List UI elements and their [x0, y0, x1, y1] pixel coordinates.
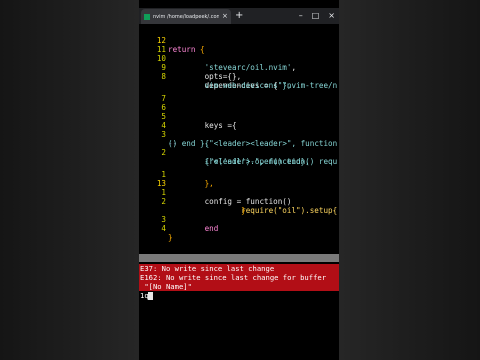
code-line: 8 dependencies = { "nvim-tree/n: [139, 63, 337, 90]
code-line-wrap: () end },: [139, 130, 209, 148]
code-line: 3 -- {"<leader><leader>", function: [139, 121, 337, 148]
error-message-e162: E162: No write since last change for buf…: [139, 273, 339, 282]
code-line: 6: [139, 94, 166, 112]
code-line: 7: [139, 85, 166, 103]
code-line-wrap: }: [139, 197, 246, 215]
keyword-end: end: [204, 224, 219, 233]
error-message-e162-cont: "[No Name]": [139, 282, 339, 291]
text-cursor: [148, 292, 153, 300]
code-line: 13: [139, 170, 166, 188]
brace: {: [200, 45, 205, 54]
code-line: 1 },: [139, 161, 213, 188]
code-line: 5 keys ={: [139, 103, 236, 130]
opts-line: opts={},: [204, 72, 242, 81]
close-brace: }: [168, 233, 173, 242]
browser-tab-bar: nvim /home/loadpeek/.config × + – □ ×: [139, 8, 339, 24]
dependency-string-cont: vim-web-devicons"},: [204, 81, 292, 90]
tab-close-icon[interactable]: ×: [222, 13, 228, 20]
code-editor[interactable]: 12 return { 11 10 'stevearc/oil.nvim', 9…: [139, 24, 339, 254]
code-line: 2 {"<leader>-", function() requ: [139, 139, 337, 166]
line-number: 4: [161, 224, 166, 233]
close-setup: }: [241, 206, 246, 215]
code-line: 11: [139, 36, 166, 54]
require-call: require("oil").setup{: [241, 206, 338, 215]
keyword-return: return: [168, 45, 196, 54]
keys-key: keys ={: [204, 121, 237, 130]
keymap-1: {"<leader><leader>", function: [204, 139, 338, 148]
terminal-window: nvim /home/loadpeek/.config × + – □ × 12…: [139, 0, 339, 360]
status-line: [139, 254, 339, 262]
window-controls: – □ ×: [299, 11, 335, 20]
blurred-background-left: [0, 0, 139, 360]
tab-title: nvim /home/loadpeek/.config: [153, 13, 219, 20]
code-line: 10 'stevearc/oil.nvim',: [139, 45, 296, 72]
code-line-wrap: vim-web-devicons"},: [139, 72, 292, 90]
code-line: 4 }: [139, 215, 172, 242]
minimize-icon[interactable]: –: [299, 11, 303, 20]
code-line: 12 return {: [139, 27, 205, 54]
config-key: config = function(): [204, 197, 292, 206]
browser-tab[interactable]: nvim /home/loadpeek/.config ×: [141, 9, 231, 24]
keymap-1-cont: () end },: [168, 139, 210, 148]
terminal-empty-area: [139, 302, 339, 360]
code-line-wrap: ire('oil').open() end},: [139, 148, 310, 166]
new-tab-button[interactable]: +: [235, 11, 243, 21]
code-line: 2 require("oil").setup{: [139, 188, 337, 215]
window-close-icon[interactable]: ×: [328, 11, 335, 20]
terminal-favicon-icon: [144, 13, 150, 20]
code-line: 1 config = function(): [139, 179, 291, 206]
comma: ,: [291, 63, 297, 72]
keymap-2-cont: ire('oil').open() end},: [204, 157, 310, 166]
blurred-background-right: [339, 0, 480, 360]
close-table: },: [204, 179, 214, 188]
maximize-icon[interactable]: □: [312, 11, 320, 20]
code-line: 4: [139, 112, 166, 130]
error-message-e37: E37: No write since last change: [139, 264, 339, 273]
plugin-string: 'stevearc/oil.nvim': [204, 63, 292, 72]
code-line: 3 end: [139, 206, 218, 233]
code-line: 9 opts={},: [139, 54, 241, 81]
